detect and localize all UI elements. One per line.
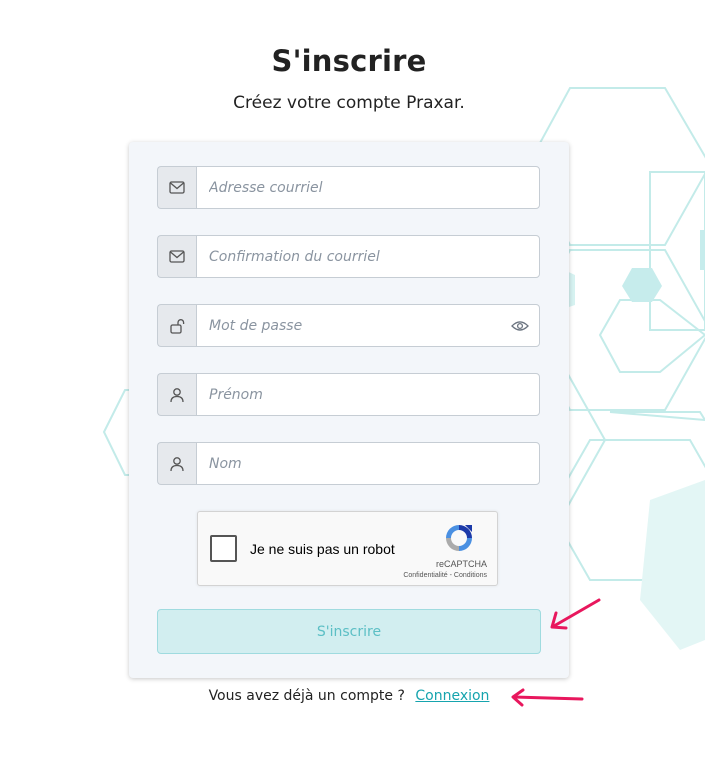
page-subtitle: Créez votre compte Praxar. [233,93,465,113]
login-link[interactable]: Connexion [415,688,489,704]
recaptcha-label: Je ne suis pas un robot [250,541,395,557]
recaptcha-widget: Je ne suis pas un robot reCAPTCHA Confid… [197,511,498,586]
email-confirm-input[interactable] [196,235,540,278]
recaptcha-logo-icon [446,525,472,551]
email-field-group [157,166,540,209]
unlock-icon [157,304,196,347]
recaptcha-terms-link[interactable]: Confidentialité - Conditions [403,572,487,579]
last-name-input[interactable] [196,442,540,485]
user-icon [157,373,196,416]
eye-icon[interactable] [511,317,529,335]
first-name-input[interactable] [196,373,540,416]
first-name-field-group [157,373,540,416]
envelope-icon [157,235,196,278]
user-icon [157,442,196,485]
password-input[interactable] [196,304,540,347]
last-name-field-group [157,442,540,485]
email-confirm-field-group [157,235,540,278]
login-prompt-text: Vous avez déjà un compte ? [208,688,405,704]
password-field-group [157,304,540,347]
recaptcha-brand: reCAPTCHA [435,559,487,569]
page-title: S'inscrire [271,44,427,78]
signup-submit-button[interactable]: S'inscrire [157,609,541,654]
recaptcha-checkbox[interactable] [210,535,237,562]
email-input[interactable] [196,166,540,209]
envelope-icon [157,166,196,209]
login-prompt: Vous avez déjà un compte ? Connexion [0,688,698,704]
